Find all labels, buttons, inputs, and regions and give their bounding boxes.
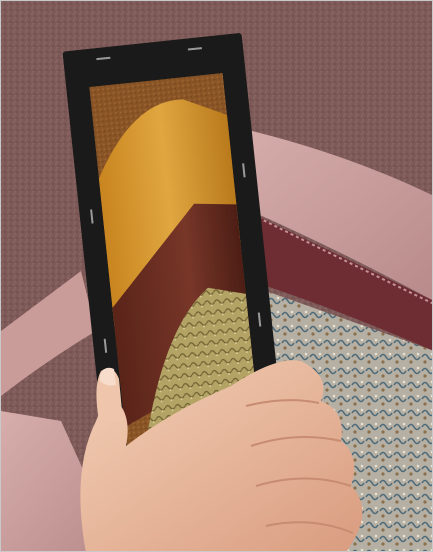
fabric-swatch-photo — [1, 1, 432, 551]
photo — [0, 0, 433, 552]
